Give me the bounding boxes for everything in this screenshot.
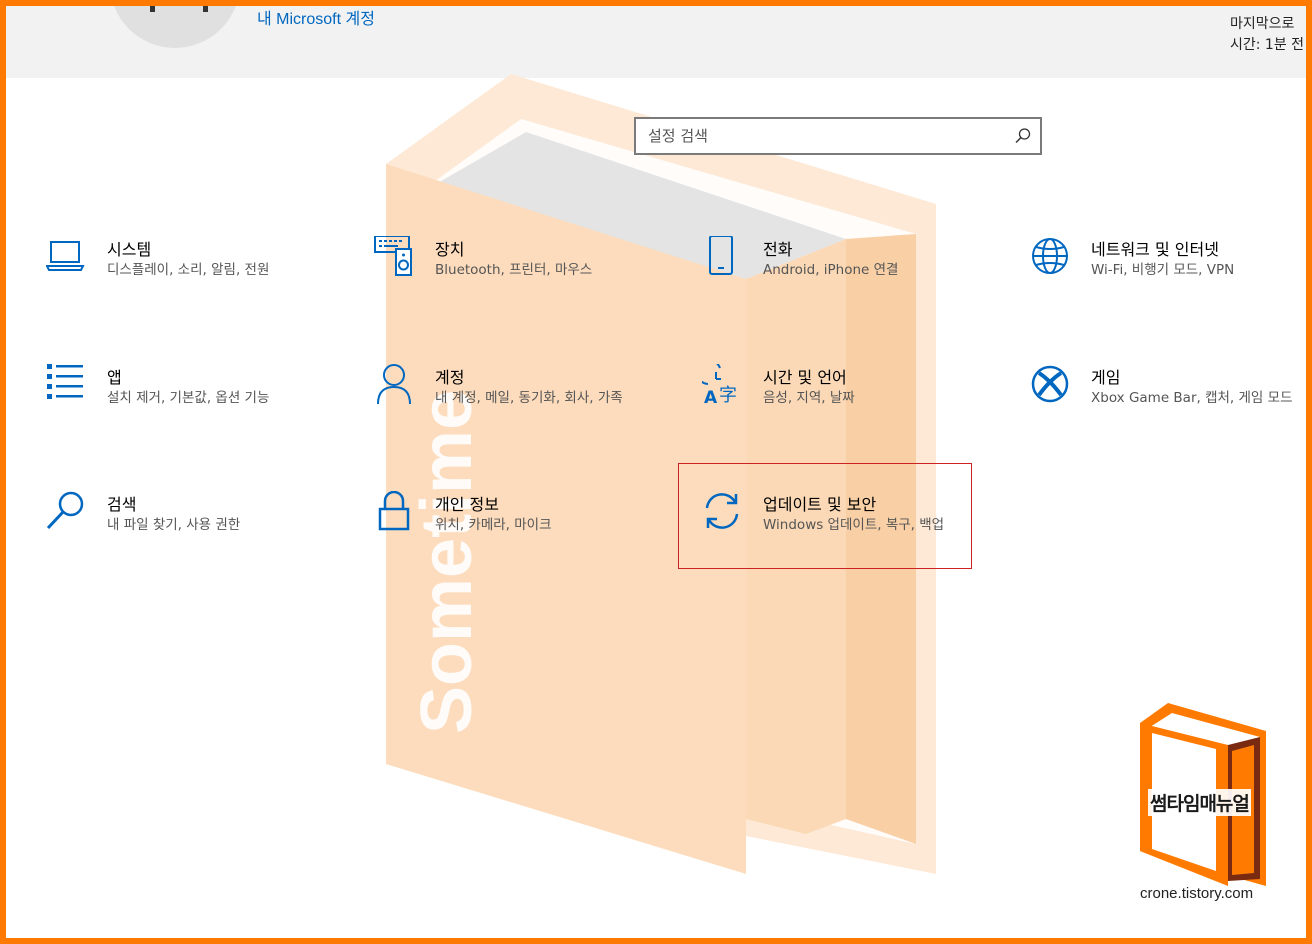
tile-search[interactable]: 검색 내 파일 찾기, 사용 권한 <box>46 491 336 591</box>
xbox-icon <box>1031 365 1069 403</box>
globe-icon <box>1032 238 1068 274</box>
svg-text:A: A <box>704 388 718 404</box>
lock-icon <box>378 491 410 531</box>
sync-status: 마지막으로 시간: 1분 전 <box>1230 14 1304 56</box>
tile-title: 개인 정보 <box>435 495 499 514</box>
tile-gaming[interactable]: 게임 Xbox Game Bar, 캡처, 게임 모드 <box>1030 364 1306 464</box>
tile-description: Windows 업데이트, 복구, 백업 <box>763 517 945 533</box>
tile-devices[interactable]: 장치 Bluetooth, 프린터, 마우스 <box>374 236 664 336</box>
tile-update-security[interactable]: 업데이트 및 보안 Windows 업데이트, 복구, 백업 <box>702 491 992 591</box>
tile-title: 계정 <box>435 368 465 387</box>
tile-system[interactable]: 시스템 디스플레이, 소리, 알림, 전원 <box>46 236 336 336</box>
watermark-logo: 썸타임매뉴얼 crone.tistory.com <box>1136 701 1286 911</box>
tile-description: Bluetooth, 프린터, 마우스 <box>435 262 593 278</box>
tile-description: 위치, 카메라, 마이크 <box>435 517 552 533</box>
apps-list-icon <box>47 364 83 399</box>
sync-status-line1: 마지막으로 <box>1230 16 1295 32</box>
avatar[interactable] <box>110 6 240 48</box>
time-language-icon: A 字 <box>702 364 737 404</box>
devices-icon <box>374 236 412 276</box>
tile-title: 앱 <box>107 368 122 387</box>
sync-status-line2: 시간: 1분 전 <box>1230 37 1305 53</box>
tile-title: 시간 및 언어 <box>763 368 847 387</box>
tile-description: 내 계정, 메일, 동기화, 회사, 가족 <box>435 390 623 406</box>
tile-description: 음성, 지역, 날짜 <box>763 390 855 406</box>
tile-title: 전화 <box>763 240 793 259</box>
tile-title: 검색 <box>107 495 137 514</box>
tile-title: 네트워크 및 인터넷 <box>1091 240 1219 259</box>
logo-url: crone.tistory.com <box>1140 885 1254 902</box>
phone-icon <box>709 236 733 275</box>
laptop-icon <box>46 241 85 271</box>
tile-phone[interactable]: 전화 Android, iPhone 연결 <box>702 236 992 336</box>
tile-description: 디스플레이, 소리, 알림, 전원 <box>107 262 270 278</box>
microsoft-account-link[interactable]: 내 Microsoft 계정 <box>257 6 375 29</box>
sync-icon <box>705 493 739 529</box>
tile-title: 장치 <box>435 240 465 259</box>
tile-description: Wi-Fi, 비행기 모드, VPN <box>1091 262 1235 278</box>
logo-title: 썸타임매뉴얼 <box>1148 789 1251 816</box>
tile-description: 설치 제거, 기본값, 옵션 기능 <box>107 390 270 406</box>
search-icon[interactable] <box>1014 127 1032 145</box>
settings-search-box[interactable] <box>634 117 1042 155</box>
watermark-book-graphic: Sometime <box>386 74 936 874</box>
tile-privacy[interactable]: 개인 정보 위치, 카메라, 마이크 <box>374 491 664 591</box>
settings-window: 내 Microsoft 계정 마지막으로 시간: 1분 전 Sometime 시… <box>6 6 1306 938</box>
tile-time-language[interactable]: A 字 시간 및 언어 음성, 지역, 날짜 <box>702 364 992 464</box>
tile-description: 내 파일 찾기, 사용 권한 <box>107 517 241 533</box>
tile-apps[interactable]: 앱 설치 제거, 기본값, 옵션 기능 <box>46 364 336 464</box>
svg-text:字: 字 <box>719 385 737 404</box>
tile-title: 게임 <box>1091 368 1121 387</box>
tile-title: 시스템 <box>107 240 152 259</box>
tile-title: 업데이트 및 보안 <box>763 495 877 514</box>
tile-accounts[interactable]: 계정 내 계정, 메일, 동기화, 회사, 가족 <box>374 364 664 464</box>
search-icon <box>46 491 84 530</box>
person-icon <box>377 364 411 404</box>
tile-network[interactable]: 네트워크 및 인터넷 Wi-Fi, 비행기 모드, VPN <box>1030 236 1306 336</box>
tile-description: Android, iPhone 연결 <box>763 262 899 278</box>
tile-description: Xbox Game Bar, 캡처, 게임 모드 <box>1091 390 1293 406</box>
settings-search-input[interactable] <box>636 121 996 151</box>
account-header: 내 Microsoft 계정 마지막으로 시간: 1분 전 <box>6 6 1306 78</box>
